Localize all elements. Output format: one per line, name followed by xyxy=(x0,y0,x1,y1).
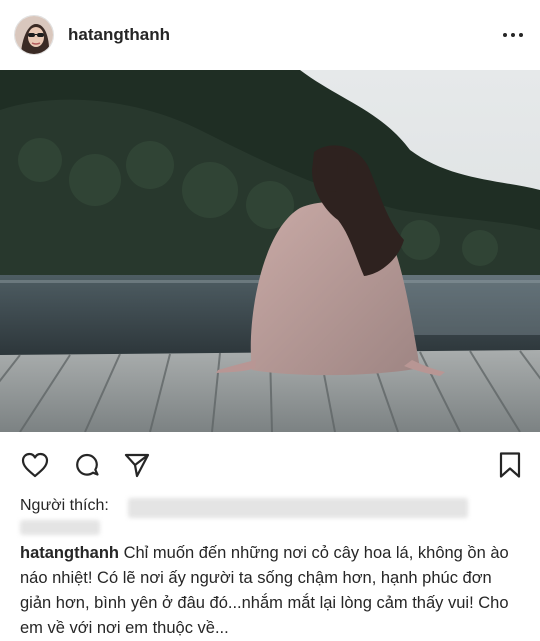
caption-username[interactable]: hatangthanh xyxy=(20,544,119,562)
action-bar xyxy=(0,432,540,494)
share-icon[interactable] xyxy=(122,450,152,480)
post-photo[interactable] xyxy=(0,70,540,432)
post-caption: hatangthanh Chỉ muốn đến những nơi cỏ câ… xyxy=(20,541,525,641)
post-header: hatangthanh xyxy=(0,0,540,70)
likes-label: Người thích: xyxy=(20,497,109,514)
heart-icon[interactable] xyxy=(20,450,50,480)
comment-icon[interactable] xyxy=(72,450,102,480)
likes-row: Người thích: xyxy=(20,495,530,545)
redacted-likers xyxy=(128,498,468,518)
avatar[interactable] xyxy=(14,15,54,55)
redacted-likers-continued xyxy=(20,520,100,535)
post-image xyxy=(0,70,540,432)
post-username[interactable]: hatangthanh xyxy=(68,25,500,45)
bookmark-icon[interactable] xyxy=(495,450,525,480)
avatar-image xyxy=(15,16,53,54)
more-options-icon[interactable] xyxy=(500,25,526,45)
